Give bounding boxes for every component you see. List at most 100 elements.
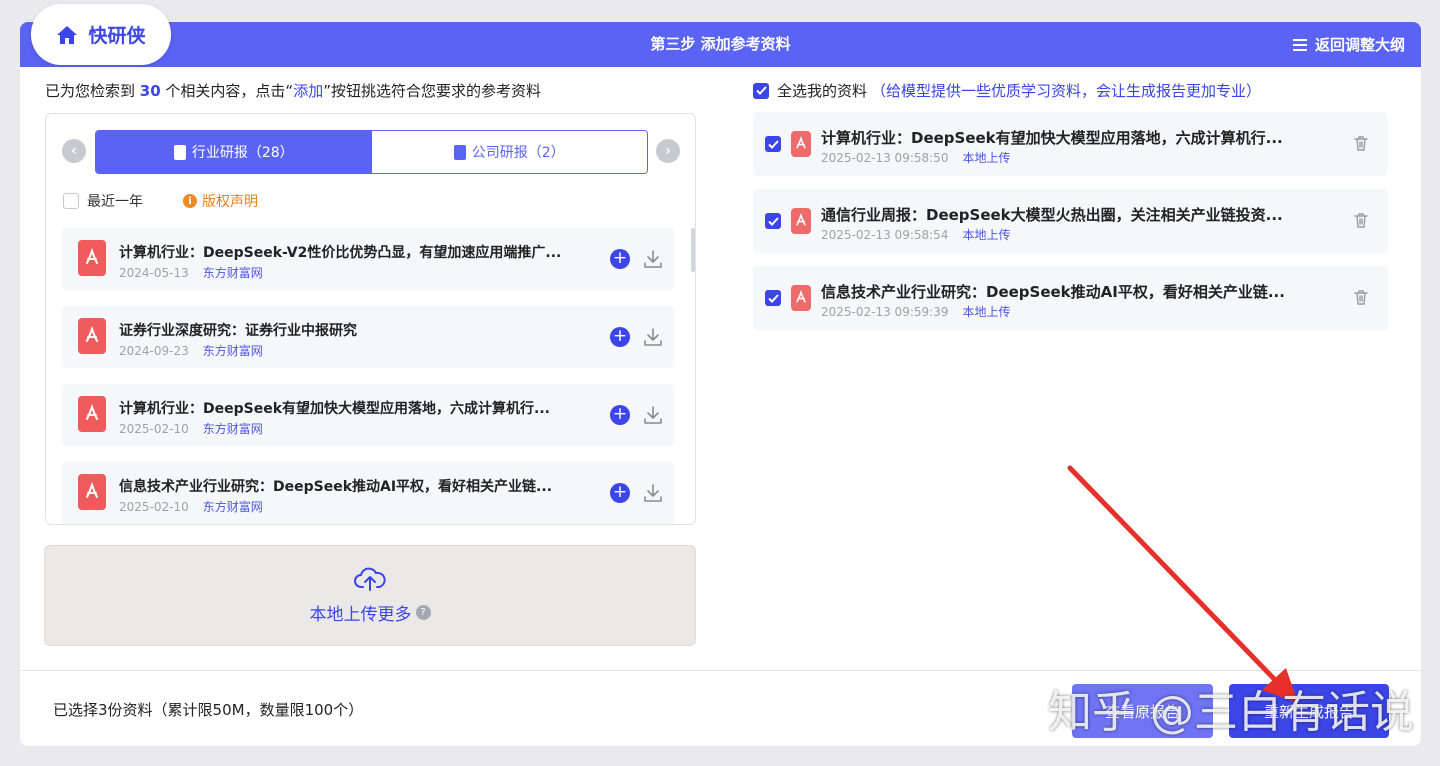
report-source[interactable]: 东方财富网 — [203, 500, 263, 514]
pdf-icon — [78, 474, 106, 510]
local-upload-area[interactable]: 本地上传更多? — [44, 545, 696, 646]
selected-item: 信息技术产业行业研究：DeepSeek推动AI平权，看好相关产业链... 202… — [753, 266, 1388, 330]
document-icon — [173, 144, 186, 160]
list-item: 计算机行业：DeepSeek有望加快大模型应用落地，六成计算机行... 2025… — [62, 384, 674, 446]
filter-row: 最近一年 i 版权声明 — [63, 191, 258, 211]
select-all-label: 全选我的资料 — [777, 82, 868, 100]
selected-materials-list: 计算机行业：DeepSeek有望加快大模型应用落地，六成计算机行... 2025… — [753, 112, 1388, 343]
list-item: 信息技术产业行业研究：DeepSeek推动AI平权，看好相关产业链... 202… — [62, 462, 674, 524]
item-checkbox[interactable] — [765, 136, 781, 152]
add-icon[interactable]: + — [610, 483, 630, 503]
back-to-outline-label: 返回调整大纲 — [1314, 36, 1405, 54]
recent-year-checkbox[interactable] — [63, 193, 79, 209]
selected-item: 通信行业周报：DeepSeek大模型火热出圈，关注相关产业链投资... 2025… — [753, 189, 1388, 253]
report-source[interactable]: 东方财富网 — [203, 422, 263, 436]
tab-industry-reports[interactable]: 行业研报（28） — [96, 131, 372, 173]
report-type-tabs: 行业研报（28） 公司研报（2） — [95, 130, 648, 174]
report-title: 计算机行业：DeepSeek-V2性价比优势凸显，有望加速应用端推广... — [119, 245, 562, 261]
reference-search-panel: ‹ 行业研报（28） 公司研报（2） › 最近一年 i 版权声明 计算机行业：D… — [45, 113, 696, 525]
pdf-icon — [791, 131, 811, 157]
report-meta: 2025-02-10 东方财富网 — [119, 420, 263, 437]
material-meta: 2025-02-13 09:58:50 本地上传 — [821, 149, 1010, 166]
summary-prefix: 已为您检索到 — [45, 82, 140, 100]
summary-add-word: 添加 — [293, 82, 324, 100]
list-item: 证券行业深度研究：证券行业中报研究 2024-09-23 东方财富网 + — [62, 306, 674, 368]
pdf-icon — [78, 240, 106, 276]
search-summary: 已为您检索到 30 个相关内容，点击“添加”按钮挑选符合您要求的参考资料 — [45, 80, 541, 101]
view-original-report-button[interactable]: 查看原报告 — [1072, 684, 1213, 738]
report-source[interactable]: 东方财富网 — [203, 344, 263, 358]
summary-suffix: ”按钮挑选符合您要求的参考资料 — [323, 82, 541, 100]
trash-icon[interactable] — [1354, 136, 1368, 151]
add-icon[interactable]: + — [610, 249, 630, 269]
tab-company-reports[interactable]: 公司研报（2） — [371, 131, 647, 173]
select-all-hint: （给模型提供一些优质学习资料，会让生成报告更加专业） — [871, 82, 1262, 100]
home-logo-tab[interactable]: 快研侠 — [31, 4, 171, 65]
report-date: 2024-09-23 — [119, 344, 189, 358]
add-icon[interactable]: + — [610, 405, 630, 425]
back-to-outline-button[interactable]: 返回调整大纲 — [1292, 22, 1405, 67]
select-all-row: 全选我的资料 （给模型提供一些优质学习资料，会让生成报告更加专业） — [753, 80, 1261, 101]
info-icon: i — [183, 194, 197, 208]
report-date: 2025-02-10 — [119, 500, 189, 514]
recent-year-label: 最近一年 — [87, 194, 143, 210]
report-title: 信息技术产业行业研究：DeepSeek推动AI平权，看好相关产业链... — [119, 479, 553, 495]
material-datetime: 2025-02-13 09:59:39 — [821, 305, 949, 319]
selected-item: 计算机行业：DeepSeek有望加快大模型应用落地，六成计算机行... 2025… — [753, 112, 1388, 176]
report-title: 计算机行业：DeepSeek有望加快大模型应用落地，六成计算机行... — [119, 401, 550, 417]
material-source: 本地上传 — [962, 228, 1011, 242]
step-title: 第三步 添加参考资料 — [650, 35, 791, 53]
top-header-bar: 第三步 添加参考资料 返回调整大纲 — [20, 22, 1421, 67]
pdf-icon — [78, 318, 106, 354]
item-checkbox[interactable] — [765, 290, 781, 306]
footer-bar: 已选择3份资料（累计限50M，数量限100个） 查看原报告 重新生成报告 — [20, 670, 1421, 746]
trash-icon[interactable] — [1354, 213, 1368, 228]
regenerate-report-button[interactable]: 重新生成报告 — [1229, 684, 1389, 738]
material-datetime: 2025-02-13 09:58:50 — [821, 151, 949, 165]
report-source[interactable]: 东方财富网 — [203, 266, 263, 280]
material-title: 计算机行业：DeepSeek有望加快大模型应用落地，六成计算机行... — [821, 129, 1283, 147]
tab-label: 行业研报（28） — [191, 145, 294, 161]
download-icon[interactable] — [642, 326, 664, 348]
document-icon — [453, 144, 466, 160]
report-meta: 2024-05-13 东方财富网 — [119, 264, 263, 281]
result-count: 30 — [139, 82, 161, 100]
material-source: 本地上传 — [962, 305, 1011, 319]
add-icon[interactable]: + — [610, 327, 630, 347]
report-meta: 2024-09-23 东方财富网 — [119, 342, 263, 359]
download-icon[interactable] — [642, 482, 664, 504]
selection-summary: 已选择3份资料（累计限50M，数量限100个） — [53, 701, 364, 719]
home-icon — [57, 25, 78, 44]
list-item: 计算机行业：DeepSeek-V2性价比优势凸显，有望加速应用端推广... 20… — [62, 228, 674, 290]
tab-label: 公司研报（2） — [471, 145, 565, 161]
search-result-list: 计算机行业：DeepSeek-V2性价比优势凸显，有望加速应用端推广... 20… — [62, 228, 674, 524]
download-icon[interactable] — [642, 248, 664, 270]
report-date: 2024-05-13 — [119, 266, 189, 280]
tab-next-arrow[interactable]: › — [656, 139, 680, 163]
tab-prev-arrow[interactable]: ‹ — [62, 139, 86, 163]
material-meta: 2025-02-13 09:58:54 本地上传 — [821, 226, 1010, 243]
material-title: 通信行业周报：DeepSeek大模型火热出圈，关注相关产业链投资... — [821, 206, 1283, 224]
material-source: 本地上传 — [962, 151, 1011, 165]
help-icon[interactable]: ? — [415, 605, 431, 620]
app-logo-text: 快研侠 — [88, 25, 146, 47]
download-icon[interactable] — [642, 404, 664, 426]
item-checkbox[interactable] — [765, 213, 781, 229]
upload-label: 本地上传更多 — [309, 605, 412, 625]
report-title: 证券行业深度研究：证券行业中报研究 — [119, 323, 357, 339]
pdf-icon — [791, 285, 811, 311]
copyright-link[interactable]: 版权声明 — [202, 191, 258, 211]
select-all-checkbox[interactable] — [753, 82, 769, 99]
summary-mid: 个相关内容，点击“ — [160, 82, 294, 100]
pdf-icon — [791, 208, 811, 234]
report-meta: 2025-02-10 东方财富网 — [119, 498, 263, 515]
trash-icon[interactable] — [1354, 290, 1368, 305]
material-title: 信息技术产业行业研究：DeepSeek推动AI平权，看好相关产业链... — [821, 283, 1285, 301]
material-datetime: 2025-02-13 09:58:54 — [821, 228, 949, 242]
main-content: 已为您检索到 30 个相关内容，点击“添加”按钮挑选符合您要求的参考资料 ‹ 行… — [20, 67, 1421, 746]
cloud-upload-icon — [354, 567, 386, 591]
pdf-icon — [78, 396, 106, 432]
report-date: 2025-02-10 — [119, 422, 189, 436]
list-icon — [1292, 38, 1307, 51]
list-scrollbar[interactable] — [691, 228, 695, 272]
